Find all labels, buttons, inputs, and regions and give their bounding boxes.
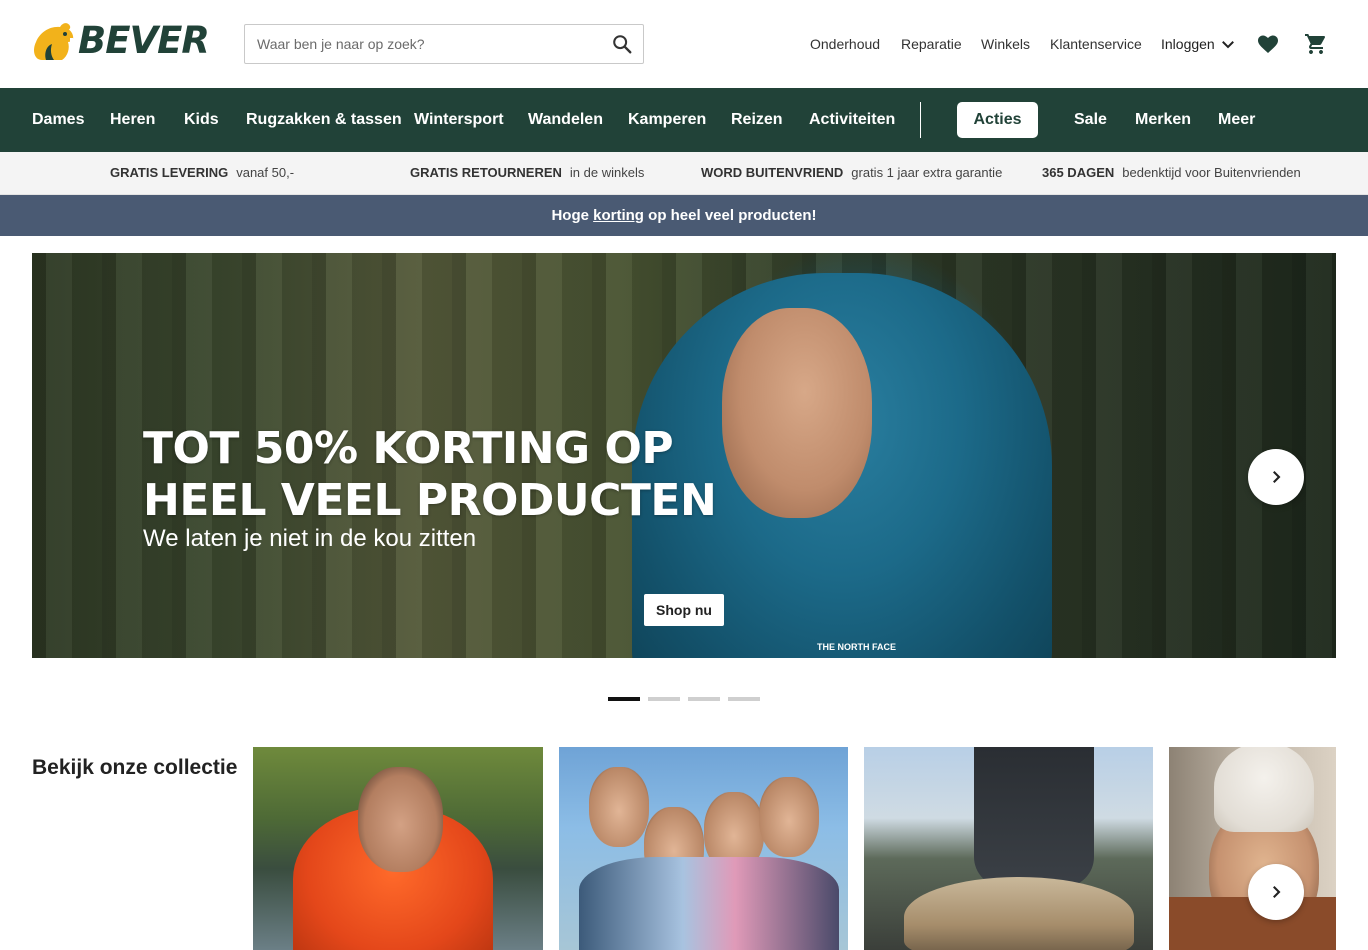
logo-text: BEVER — [78, 19, 210, 62]
hero-headline-line-1: TOT 50% KORTING OP — [143, 423, 674, 474]
tile-image-shoe — [904, 877, 1134, 950]
promo-bar: Hoge korting op heel veel producten! — [0, 195, 1368, 236]
login-label: Inloggen — [1161, 36, 1215, 52]
main-navigation: Dames Heren Kids Rugzakken & tassen Wint… — [0, 88, 1368, 152]
carousel-dot[interactable] — [688, 697, 720, 701]
toplink-winkels[interactable]: Winkels — [981, 33, 1030, 55]
shop-now-button[interactable]: Shop nu — [644, 594, 724, 626]
chevron-right-icon — [1273, 886, 1281, 898]
usp-item: GRATIS RETOURNEREN in de winkels — [410, 164, 644, 182]
tile-image-fleece — [579, 857, 839, 950]
carousel-dot[interactable] — [728, 697, 760, 701]
hero-subline: We laten je niet in de kou zitten — [143, 525, 477, 552]
nav-merken[interactable]: Merken — [1135, 109, 1191, 131]
usp-bold: GRATIS RETOURNEREN — [410, 165, 562, 180]
usp-text: gratis 1 jaar extra garantie — [851, 165, 1003, 180]
nav-sale[interactable]: Sale — [1074, 109, 1107, 131]
carousel-indicators — [608, 697, 760, 701]
search-button[interactable] — [601, 25, 643, 63]
tile-image-leg — [974, 747, 1094, 887]
bever-logo[interactable]: BEVER — [32, 19, 210, 62]
nav-acties-button[interactable]: Acties — [957, 102, 1038, 138]
collection-tile[interactable] — [1169, 747, 1336, 950]
toplink-onderhoud[interactable]: Onderhoud — [810, 33, 880, 55]
cart-icon[interactable] — [1304, 32, 1328, 56]
usp-bold: GRATIS LEVERING — [110, 165, 229, 180]
collection-title: Bekijk onze collectie — [32, 756, 238, 779]
search-icon — [613, 35, 632, 54]
hero-headline-line-2: HEEL VEEL PRODUCTEN — [143, 475, 717, 526]
collection-tile[interactable] — [864, 747, 1153, 950]
search-input[interactable] — [245, 25, 601, 63]
promo-link[interactable]: korting — [593, 207, 644, 224]
usp-item: 365 DAGEN bedenktijd voor Buitenvrienden — [1042, 164, 1301, 182]
usp-bar: GRATIS LEVERING vanaf 50,- GRATIS RETOURN… — [0, 152, 1368, 195]
chevron-right-icon — [1273, 471, 1281, 483]
promo-text-after: op heel veel producten! — [643, 207, 817, 224]
usp-item: GRATIS LEVERING vanaf 50,- — [110, 164, 294, 182]
tile-image-person — [759, 777, 819, 857]
nav-kids[interactable]: Kids — [184, 109, 219, 131]
login-dropdown[interactable]: Inloggen — [1161, 33, 1237, 55]
carousel-dot[interactable] — [608, 697, 640, 701]
usp-text: bedenktijd voor Buitenvrienden — [1122, 165, 1301, 180]
nav-meer[interactable]: Meer — [1218, 109, 1255, 131]
heart-icon[interactable] — [1256, 32, 1280, 56]
nav-reizen[interactable]: Reizen — [731, 109, 783, 131]
toplink-reparatie[interactable]: Reparatie — [901, 33, 962, 55]
chevron-down-icon — [1221, 41, 1234, 49]
nav-wintersport[interactable]: Wintersport — [414, 109, 504, 131]
nav-divider — [920, 102, 921, 138]
hero-banner[interactable]: TOT 50% KORTING OP HEEL VEEL PRODUCTEN W… — [32, 253, 1336, 658]
hero-next-button[interactable] — [1248, 449, 1304, 505]
usp-item: WORD BUITENVRIEND gratis 1 jaar extra gar… — [701, 164, 1002, 182]
collection-tile[interactable] — [253, 747, 543, 950]
collection-tile[interactable] — [559, 747, 848, 950]
nav-dames[interactable]: Dames — [32, 109, 84, 131]
tile-image-person — [358, 767, 443, 872]
nav-kamperen[interactable]: Kamperen — [628, 109, 706, 131]
tile-image-person — [589, 767, 649, 847]
hero-face — [722, 308, 872, 518]
tile-image-hat — [1214, 747, 1314, 832]
nav-heren[interactable]: Heren — [110, 109, 155, 131]
promo-text-before: Hoge — [551, 207, 594, 224]
toplink-klantenservice[interactable]: Klantenservice — [1050, 33, 1142, 55]
usp-text: vanaf 50,- — [236, 165, 295, 180]
usp-bold: WORD BUITENVRIEND — [701, 165, 844, 180]
usp-text: in de winkels — [569, 165, 645, 180]
carousel-dot[interactable] — [648, 697, 680, 701]
brand-logo-mark: THE NORTH FACE — [817, 642, 897, 652]
nav-wandelen[interactable]: Wandelen — [528, 109, 603, 131]
collection-next-button[interactable] — [1248, 864, 1304, 920]
usp-bold: 365 DAGEN — [1042, 165, 1115, 180]
beaver-logo-icon — [34, 23, 74, 60]
nav-rugzakken-tassen[interactable]: Rugzakken & tassen — [246, 109, 402, 131]
site-header: BEVER Onderhoud Reparatie Winkels Klante… — [0, 0, 1368, 88]
search-bar — [244, 24, 644, 64]
hero-headline: TOT 50% KORTING OP HEEL VEEL PRODUCTEN — [143, 423, 717, 527]
nav-activiteiten[interactable]: Activiteiten — [809, 109, 895, 131]
